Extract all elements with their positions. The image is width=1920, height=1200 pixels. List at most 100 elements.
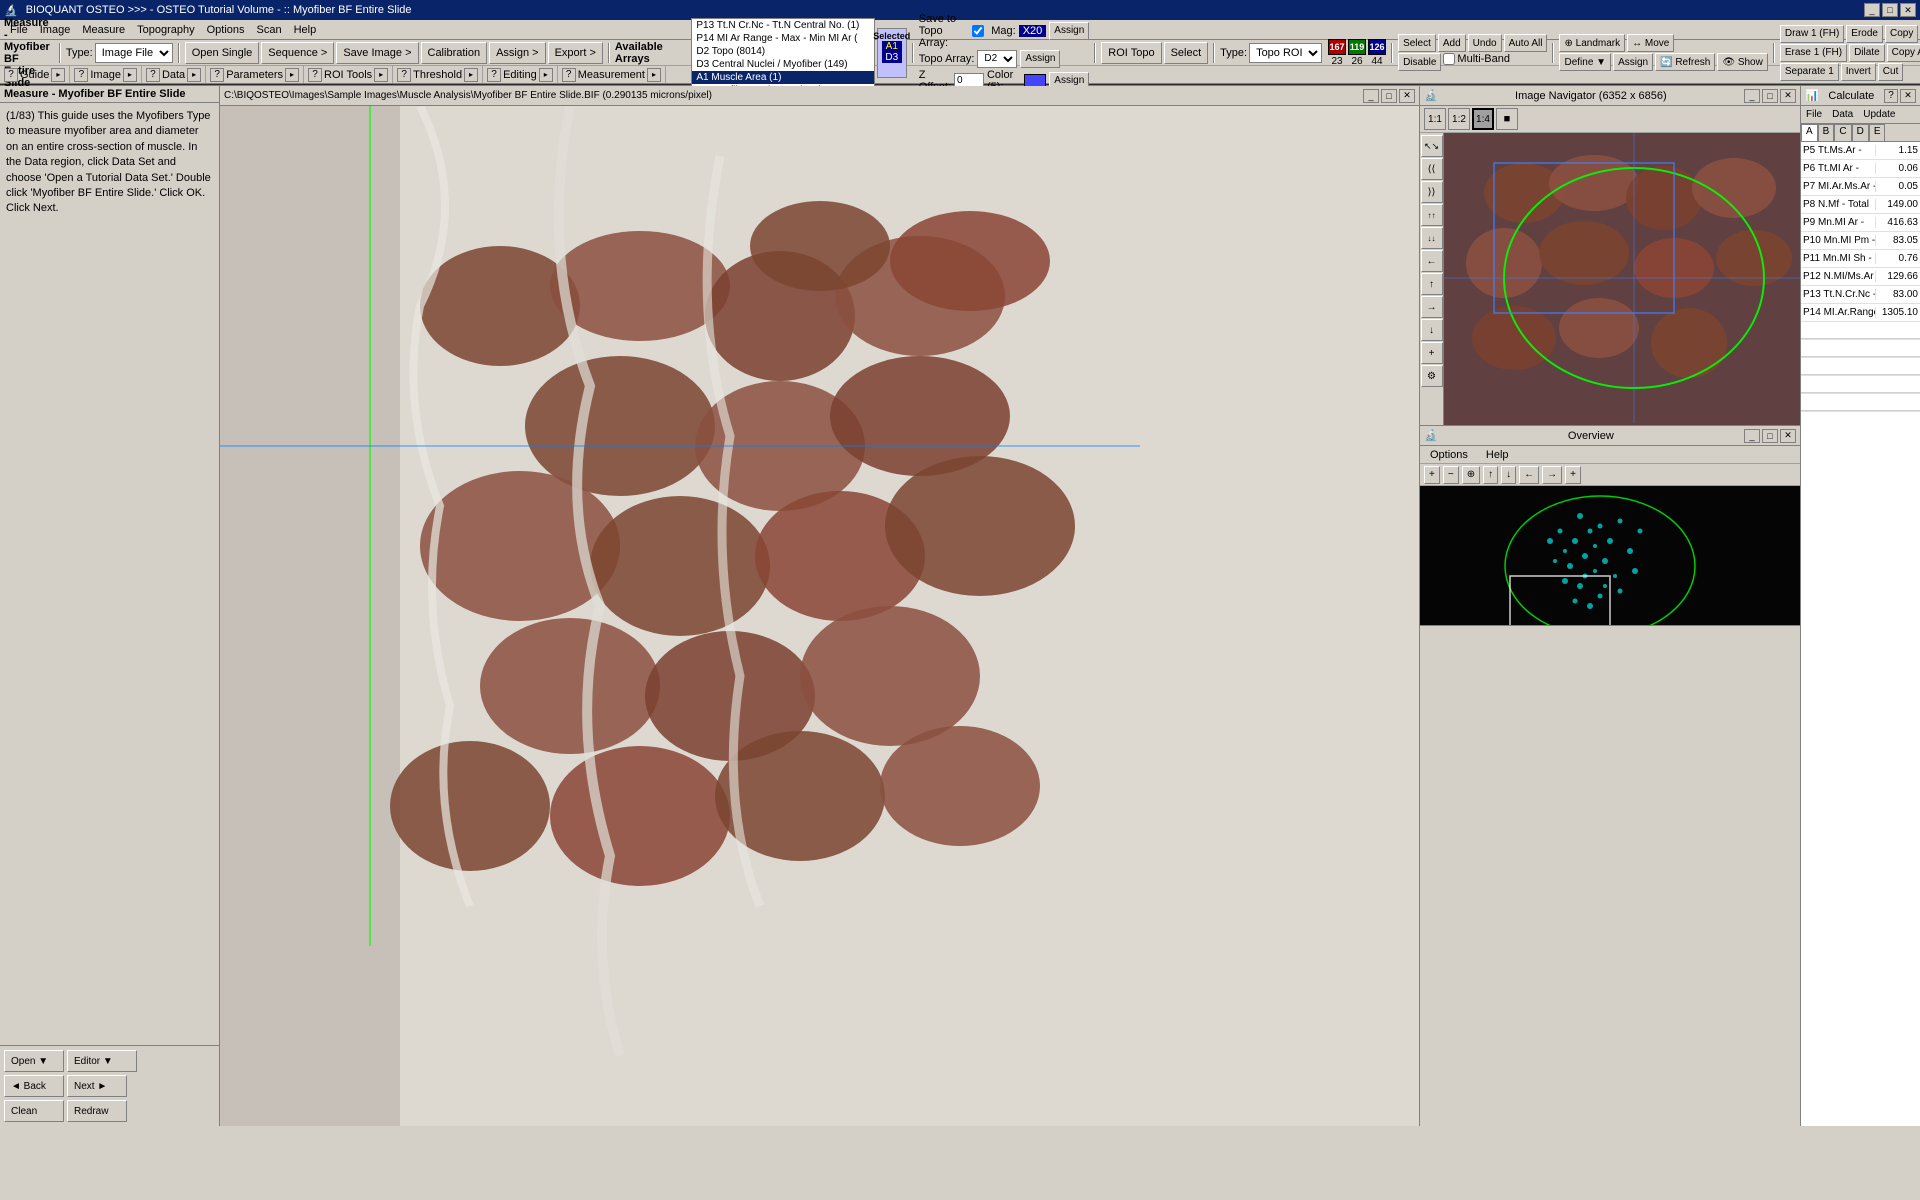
meas-q[interactable]: ? [562,68,576,82]
ov-down-btn[interactable]: ↓ [1501,466,1516,484]
array-item-3[interactable]: D3 Central Nuclei / Myofiber (149) [692,58,873,71]
ov-restore-btn[interactable]: □ [1762,429,1778,443]
calc-tab-e[interactable]: E [1869,124,1886,141]
menu-help[interactable]: Help [288,22,323,38]
img-maximize-btn[interactable]: □ [1381,89,1397,103]
edit-arrow[interactable]: ▸ [539,68,553,82]
move-btn[interactable]: ↔ Move [1627,34,1674,52]
nav-tool-3[interactable]: ⟩⟩ [1421,181,1443,203]
data-arrow[interactable]: ▸ [187,68,201,82]
edit-q[interactable]: ? [487,68,501,82]
define-btn[interactable]: Define ▼ [1559,53,1611,71]
calc-data-menu[interactable]: Data [1829,108,1856,121]
erase1-btn[interactable]: Erase 1 (FH) [1780,44,1847,62]
menu-topography[interactable]: Topography [131,22,201,38]
landmark-btn[interactable]: ⊕ Landmark [1559,34,1625,52]
scale-1-1-btn[interactable]: 1:1 [1424,108,1446,130]
show-btn[interactable]: 👁 Show [1717,53,1768,71]
nav-tool-8[interactable]: → [1421,296,1443,318]
calc-input-2[interactable] [1801,359,1920,375]
calc-input-0[interactable] [1801,323,1920,339]
nav-tool-4[interactable]: ↑↑ [1421,204,1443,226]
params-q[interactable]: ? [210,68,224,82]
ov-minus-btn[interactable]: − [1443,466,1459,484]
thresh-arrow[interactable]: ▸ [464,68,478,82]
image-display[interactable] [220,106,1419,1126]
nav-restore-btn[interactable]: □ [1762,89,1778,103]
select-roi-btn[interactable]: Select [1398,34,1436,52]
editor-btn[interactable]: Editor ▼ [67,1050,137,1072]
save-image-button[interactable]: Save Image > [336,42,418,64]
nav-tool-9[interactable]: ↓ [1421,319,1443,341]
ov-plus2-btn[interactable]: + [1565,466,1581,484]
img-close-btn[interactable]: ✕ [1399,89,1415,103]
add-roi-btn[interactable]: Add [1438,34,1466,52]
ov-plus-btn[interactable]: + [1424,466,1440,484]
calc-input-1[interactable] [1801,341,1920,357]
open-dropdown-btn[interactable]: Open ▼ [4,1050,64,1072]
image-arrow[interactable]: ▸ [123,68,137,82]
menu-scan[interactable]: Scan [251,22,288,38]
next-btn[interactable]: Next ► [67,1075,127,1097]
img-minimize-btn[interactable]: _ [1363,89,1379,103]
selected-d3[interactable]: D3 [882,52,902,63]
calc-tab-c[interactable]: C [1834,124,1851,141]
array-item-2[interactable]: D2 Topo (8014) [692,45,873,58]
minimize-button[interactable]: _ [1864,3,1880,17]
guide-q[interactable]: ? [4,68,18,82]
calc-tab-a[interactable]: A [1801,124,1818,141]
data-q[interactable]: ? [146,68,160,82]
type-select[interactable]: Image File [95,43,173,63]
redraw-btn[interactable]: Redraw [67,1100,127,1122]
array-item-1[interactable]: P14 MI Ar Range - Max - Min MI Ar ( [692,32,873,45]
nav-close-btn[interactable]: ✕ [1780,89,1796,103]
ov-left-btn[interactable]: ← [1519,466,1539,484]
nav-tool-6[interactable]: ← [1421,250,1443,272]
black-square-btn[interactable]: ■ [1496,108,1518,130]
roi-q[interactable]: ? [308,68,322,82]
calc-input-4[interactable] [1801,395,1920,411]
nav-tool-1[interactable]: ↖↘ [1421,135,1443,157]
calc-tab-b[interactable]: B [1818,124,1835,141]
overview-image-display[interactable] [1420,486,1800,625]
array-item-0[interactable]: P13 Tt.N Cr.Nc - Tt.N Central No. (1) [692,19,873,32]
ov-up-btn[interactable]: ↑ [1483,466,1498,484]
scale-1-2-btn[interactable]: 1:2 [1448,108,1470,130]
undo-roi-btn[interactable]: Undo [1468,34,1502,52]
calc-close-btn[interactable]: ✕ [1900,89,1916,103]
calc-update-menu[interactable]: Update [1860,108,1898,121]
assign-btn-3[interactable]: Assign [1020,50,1060,68]
nav-tool-7[interactable]: ↑ [1421,273,1443,295]
open-single-button[interactable]: Open Single [185,42,260,64]
guide-arrow[interactable]: ▸ [51,68,65,82]
roi-topo-button[interactable]: ROI Topo [1101,42,1161,64]
assign-btn-2[interactable]: Assign [1049,22,1089,40]
ov-close-btn[interactable]: ✕ [1780,429,1796,443]
copy-btn[interactable]: Copy [1885,25,1918,43]
menu-options[interactable]: Options [201,22,251,38]
nav-tool-10[interactable]: + [1421,342,1443,364]
scale-1-4-btn[interactable]: 1:4 [1472,108,1494,130]
thresh-q[interactable]: ? [397,68,411,82]
calc-input-3[interactable] [1801,377,1920,393]
copy-all-btn[interactable]: Copy All [1887,44,1920,62]
selected-a1[interactable]: A1 [882,41,902,52]
image-q[interactable]: ? [74,68,88,82]
nav-tool-5[interactable]: ↓↓ [1421,227,1443,249]
ov-help-menu[interactable]: Help [1480,447,1515,463]
back-btn[interactable]: ◄ Back [4,1075,64,1097]
export-button[interactable]: Export > [548,42,603,64]
disable-btn[interactable]: Disable [1398,53,1441,71]
ov-right-btn[interactable]: → [1542,466,1562,484]
nav-minimize-btn[interactable]: _ [1744,89,1760,103]
invert-btn[interactable]: Invert [1841,63,1876,81]
nav-tool-2[interactable]: ⟨⟨ [1421,158,1443,180]
auto-all-btn[interactable]: Auto All [1504,34,1548,52]
menu-measure[interactable]: Measure [76,22,131,38]
available-arrays-listbox[interactable]: P13 Tt.N Cr.Nc - Tt.N Central No. (1) P1… [691,18,874,88]
nav-tool-11[interactable]: ⚙ [1421,365,1443,387]
assign-button-1[interactable]: Assign > [489,42,546,64]
maximize-button[interactable]: □ [1882,3,1898,17]
dilate-btn[interactable]: Dilate [1849,44,1885,62]
nav-image-display[interactable] [1444,133,1800,425]
